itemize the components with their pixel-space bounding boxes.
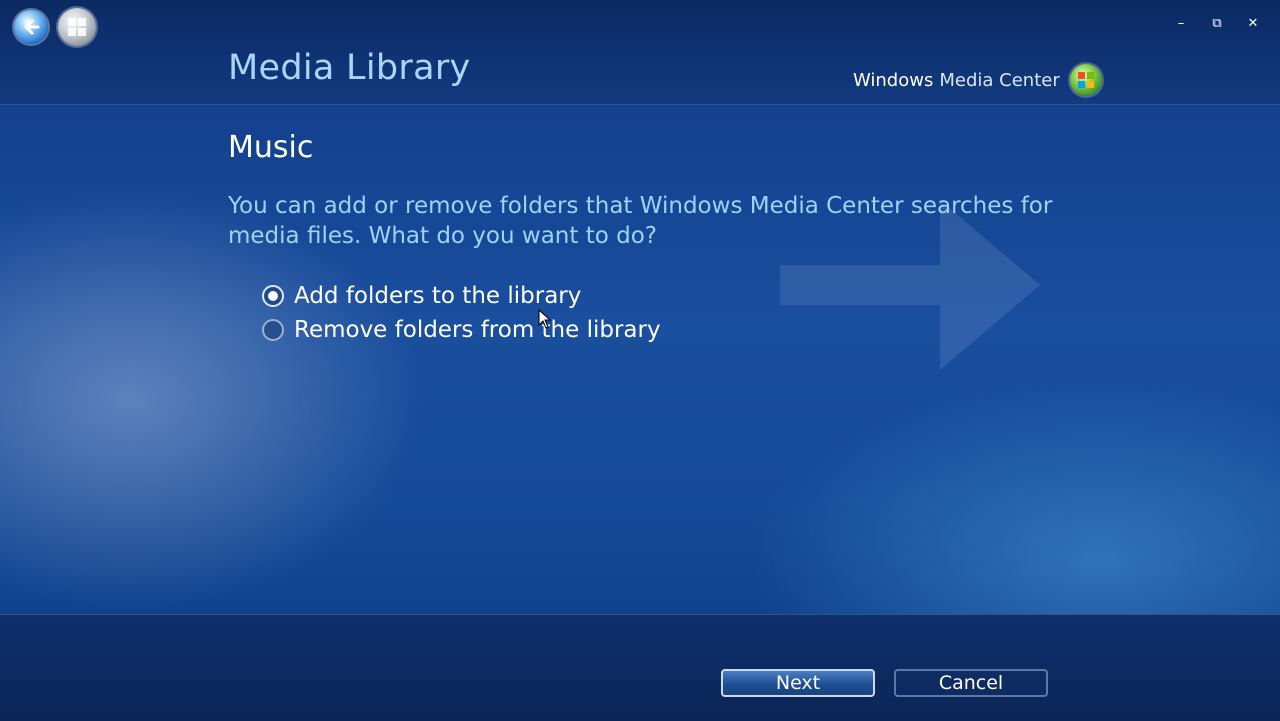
- page-title: Media Library: [228, 48, 471, 88]
- instruction-text: You can add or remove folders that Windo…: [228, 193, 1053, 249]
- mouse-pointer-icon: [538, 309, 552, 329]
- brand-logo: Windows Media Center: [853, 64, 1102, 96]
- close-icon: ✕: [1247, 15, 1259, 31]
- option-remove-folders[interactable]: Remove folders from the library: [262, 313, 661, 347]
- header-bar: – ⧉ ✕ Media Library Windows Media Center: [0, 0, 1280, 105]
- close-button[interactable]: ✕: [1241, 12, 1265, 34]
- brand-name-bold: Windows: [853, 69, 934, 91]
- restore-icon: ⧉: [1212, 15, 1222, 31]
- windows-start-icon: [68, 18, 86, 36]
- brand-name-light: Media Center: [939, 69, 1060, 91]
- options-group: Add folders to the library Remove folder…: [262, 279, 661, 347]
- radio-selected-dot: [268, 291, 278, 301]
- option-add-folders-label: Add folders to the library: [294, 283, 582, 309]
- windows-flag-icon: [1069, 64, 1102, 96]
- minimize-button[interactable]: –: [1169, 12, 1193, 34]
- cancel-button[interactable]: Cancel: [894, 669, 1048, 697]
- restore-button[interactable]: ⧉: [1205, 12, 1229, 34]
- radio-remove-folders[interactable]: [262, 319, 284, 341]
- option-add-folders[interactable]: Add folders to the library: [262, 279, 661, 313]
- windows-start-button[interactable]: [58, 8, 96, 46]
- minimize-icon: –: [1177, 15, 1185, 31]
- next-button[interactable]: Next: [721, 669, 875, 697]
- back-arrow-icon: [24, 19, 40, 35]
- option-remove-folders-label: Remove folders from the library: [294, 317, 661, 343]
- footer-bar: [0, 614, 1280, 721]
- section-title: Music: [228, 130, 314, 165]
- back-button[interactable]: [14, 10, 48, 44]
- radio-add-folders[interactable]: [262, 285, 284, 307]
